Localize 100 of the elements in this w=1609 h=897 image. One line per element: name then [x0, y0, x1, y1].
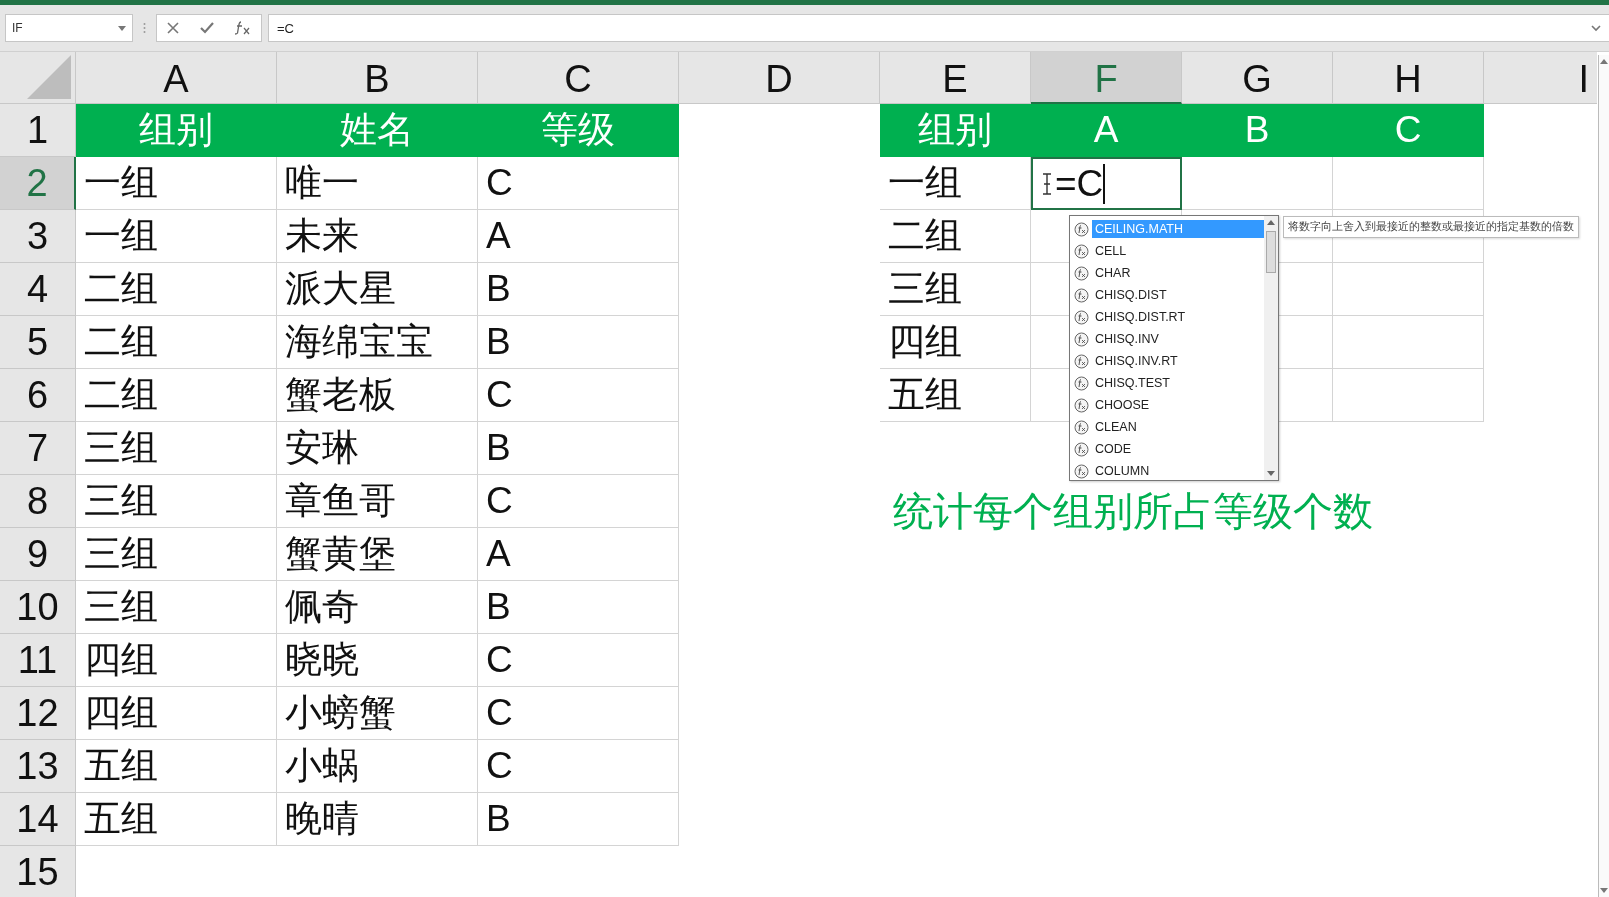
function-item[interactable]: CLEAN [1074, 416, 1264, 438]
table-cell: 三组 [76, 581, 277, 634]
row-header[interactable]: 11 [0, 634, 76, 687]
function-icon [1074, 419, 1089, 435]
row-header[interactable]: 2 [0, 157, 76, 210]
scroll-thumb[interactable] [1266, 231, 1276, 273]
close-icon[interactable] [166, 21, 181, 35]
table-cell: 一组 [880, 157, 1031, 210]
table-cell: C [1333, 104, 1484, 157]
expand-icon[interactable] [1591, 24, 1601, 32]
sheet-col-heading[interactable]: C [478, 52, 679, 104]
row-header[interactable]: 13 [0, 740, 76, 793]
table-cell: 三组 [76, 422, 277, 475]
table-cell: 晚晴 [277, 793, 478, 846]
table-cell: A [478, 210, 679, 263]
function-item[interactable]: CHISQ.DIST.RT [1074, 306, 1264, 328]
name-box[interactable]: IF [5, 14, 133, 42]
table-cell: 小螃蟹 [277, 687, 478, 740]
function-icon [1074, 353, 1089, 369]
active-cell[interactable]: =C [1031, 157, 1182, 210]
table-cell: 佩奇 [277, 581, 478, 634]
function-item[interactable]: CHISQ.INV [1074, 328, 1264, 350]
formula-field[interactable]: =C [268, 14, 1609, 42]
row-header[interactable]: 12 [0, 687, 76, 740]
table-cell: 组别 [880, 104, 1031, 157]
sheet-col-heading[interactable]: F [1031, 52, 1182, 104]
scroll-up-icon[interactable] [1600, 59, 1608, 64]
function-icon [1074, 309, 1089, 325]
scrollbar[interactable] [1264, 216, 1278, 480]
caret-icon [118, 25, 126, 31]
table-cell: 组别 [76, 104, 277, 157]
table-cell: 一组 [76, 210, 277, 263]
row-header[interactable]: 3 [0, 210, 76, 263]
table-cell: 未来 [277, 210, 478, 263]
function-item[interactable]: CHISQ.INV.RT [1074, 350, 1264, 372]
scroll-down-icon[interactable] [1600, 888, 1608, 893]
table-cell: B [478, 422, 679, 475]
function-item[interactable]: CHAR [1074, 262, 1264, 284]
scroll-down-icon[interactable] [1267, 471, 1275, 476]
row-header[interactable]: 10 [0, 581, 76, 634]
table-cell: 小蜗 [277, 740, 478, 793]
check-icon[interactable] [199, 21, 215, 35]
table-cell: 章鱼哥 [277, 475, 478, 528]
function-icon [1074, 221, 1089, 237]
row-header[interactable]: 1 [0, 104, 76, 157]
tooltip: 将数字向上舍入到最接近的整数或最接近的指定基数的倍数 [1283, 216, 1579, 238]
function-item[interactable]: CHISQ.TEST [1074, 372, 1264, 394]
function-icon [1074, 375, 1089, 391]
row-header[interactable]: 7 [0, 422, 76, 475]
row-header[interactable]: 4 [0, 263, 76, 316]
function-icon [1074, 331, 1089, 347]
sheet-col-heading[interactable]: B [277, 52, 478, 104]
function-item[interactable]: CODE [1074, 438, 1264, 460]
table-cell: 四组 [880, 316, 1031, 369]
scroll-up-icon[interactable] [1267, 220, 1275, 225]
table-cell: 二组 [76, 263, 277, 316]
table-cell: 五组 [76, 740, 277, 793]
function-icon[interactable] [233, 21, 252, 35]
function-icon [1074, 397, 1089, 413]
table-cell: 四组 [76, 634, 277, 687]
note-text: 统计每个组别所占等级个数 [893, 488, 1373, 534]
table-cell: 二组 [76, 369, 277, 422]
table-cell: 五组 [880, 369, 1031, 422]
table-cell: 三组 [76, 528, 277, 581]
table-cell: 海绵宝宝 [277, 316, 478, 369]
row-header[interactable]: 8 [0, 475, 76, 528]
table-cell: B [478, 316, 679, 369]
sheet-col-heading[interactable]: D [679, 52, 880, 104]
table-cell: 一组 [76, 157, 277, 210]
function-item[interactable]: COLUMN [1074, 460, 1264, 482]
table-cell: B [478, 263, 679, 316]
function-item[interactable]: CELL [1074, 240, 1264, 262]
row-header[interactable]: 14 [0, 793, 76, 846]
row-header[interactable]: 15 [0, 846, 76, 897]
sheet-col-heading[interactable]: A [76, 52, 277, 104]
text-cursor-icon [1041, 172, 1053, 195]
row-header[interactable]: 9 [0, 528, 76, 581]
sheet-col-heading[interactable]: H [1333, 52, 1484, 104]
table-cell: C [478, 157, 679, 210]
sheet-col-heading[interactable]: G [1182, 52, 1333, 104]
table-cell: B [478, 581, 679, 634]
table-cell: 四组 [76, 687, 277, 740]
table-cell: 安琳 [277, 422, 478, 475]
table-cell: 五组 [76, 793, 277, 846]
row-header[interactable]: 5 [0, 316, 76, 369]
table-cell: 等级 [478, 104, 679, 157]
table-cell: 唯一 [277, 157, 478, 210]
table-cell: 晓晓 [277, 634, 478, 687]
sheet-col-heading[interactable]: I [1484, 52, 1597, 104]
row-header[interactable]: 6 [0, 369, 76, 422]
function-icon [1074, 265, 1089, 281]
text-caret [1103, 163, 1106, 204]
function-item[interactable]: CHISQ.DIST [1074, 284, 1264, 306]
sheet-col-heading[interactable]: E [880, 52, 1031, 104]
table-cell: B [478, 793, 679, 846]
table-cell: A [1031, 104, 1182, 157]
vertical-scrollbar[interactable] [1598, 55, 1609, 897]
function-item[interactable]: CHOOSE [1074, 394, 1264, 416]
function-icon [1074, 243, 1089, 259]
table-cell: A [478, 528, 679, 581]
